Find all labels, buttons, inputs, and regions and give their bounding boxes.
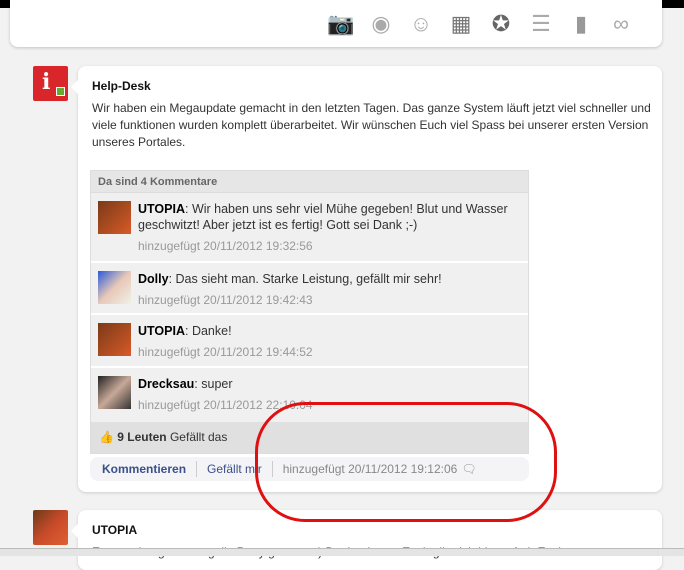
comment-button[interactable]: Kommentieren: [102, 462, 186, 476]
avatar[interactable]: [98, 323, 131, 356]
comment: Dolly: Das sieht man. Starke Leistung, g…: [91, 263, 528, 315]
avatar[interactable]: [33, 510, 68, 545]
bottom-bar: [0, 548, 684, 556]
comment-author[interactable]: Drecksau: [138, 377, 194, 391]
chart-icon[interactable]: ☰: [528, 11, 554, 37]
share-toolbar: 📷 ◉ ☺ ▦ ✪ ☰ ▮ ∞: [10, 0, 662, 47]
avatar[interactable]: [98, 376, 131, 409]
comment-time: hinzugefügt 20/11/2012 19:44:52: [138, 345, 313, 359]
comment-author[interactable]: Dolly: [138, 272, 169, 286]
comment-time: hinzugefügt 20/11/2012 19:32:56: [138, 239, 313, 253]
comment-text: : super: [194, 377, 233, 391]
like-button[interactable]: Gefällt mir: [207, 462, 262, 476]
link-icon[interactable]: ∞: [608, 11, 634, 37]
thumbs-up-icon: 👍: [99, 430, 114, 444]
likes-count[interactable]: 9 Leuten: [117, 430, 166, 444]
likes-text: Gefällt das: [166, 430, 228, 444]
avatar[interactable]: [98, 201, 131, 234]
comment-text: : Wir haben uns sehr viel Mühe gegeben! …: [138, 202, 508, 232]
avatar[interactable]: [98, 271, 131, 304]
video-icon[interactable]: ◉: [368, 11, 394, 37]
divider: [196, 461, 198, 477]
avatar[interactable]: i: [33, 66, 68, 101]
group-icon[interactable]: ☺: [408, 11, 434, 37]
comment-text: : Das sieht man. Starke Leistung, gefäll…: [168, 272, 442, 286]
comments-header: Da sind 4 Kommentare: [91, 171, 528, 193]
post-text: Wir haben ein Megaupdate gemacht in den …: [92, 101, 651, 149]
post-author[interactable]: Help-Desk: [92, 79, 151, 93]
comment-text: : Danke!: [185, 324, 232, 338]
calendar-icon[interactable]: ▦: [448, 11, 474, 37]
globe-star-icon[interactable]: ✪: [488, 11, 514, 37]
post-author[interactable]: UTOPIA: [92, 523, 137, 537]
comment-time: hinzugefügt 20/11/2012 19:42:43: [138, 293, 313, 307]
camera-icon[interactable]: 📷: [327, 11, 354, 37]
comment: UTOPIA: Danke! hinzugefügt 20/11/2012 19…: [91, 315, 528, 368]
document-icon[interactable]: ▮: [568, 11, 594, 37]
annotation-circle: [255, 402, 557, 522]
comment: UTOPIA: Wir haben uns sehr viel Mühe geg…: [91, 193, 528, 263]
comment-author[interactable]: UTOPIA: [138, 324, 185, 338]
comment-author[interactable]: UTOPIA: [138, 202, 185, 216]
